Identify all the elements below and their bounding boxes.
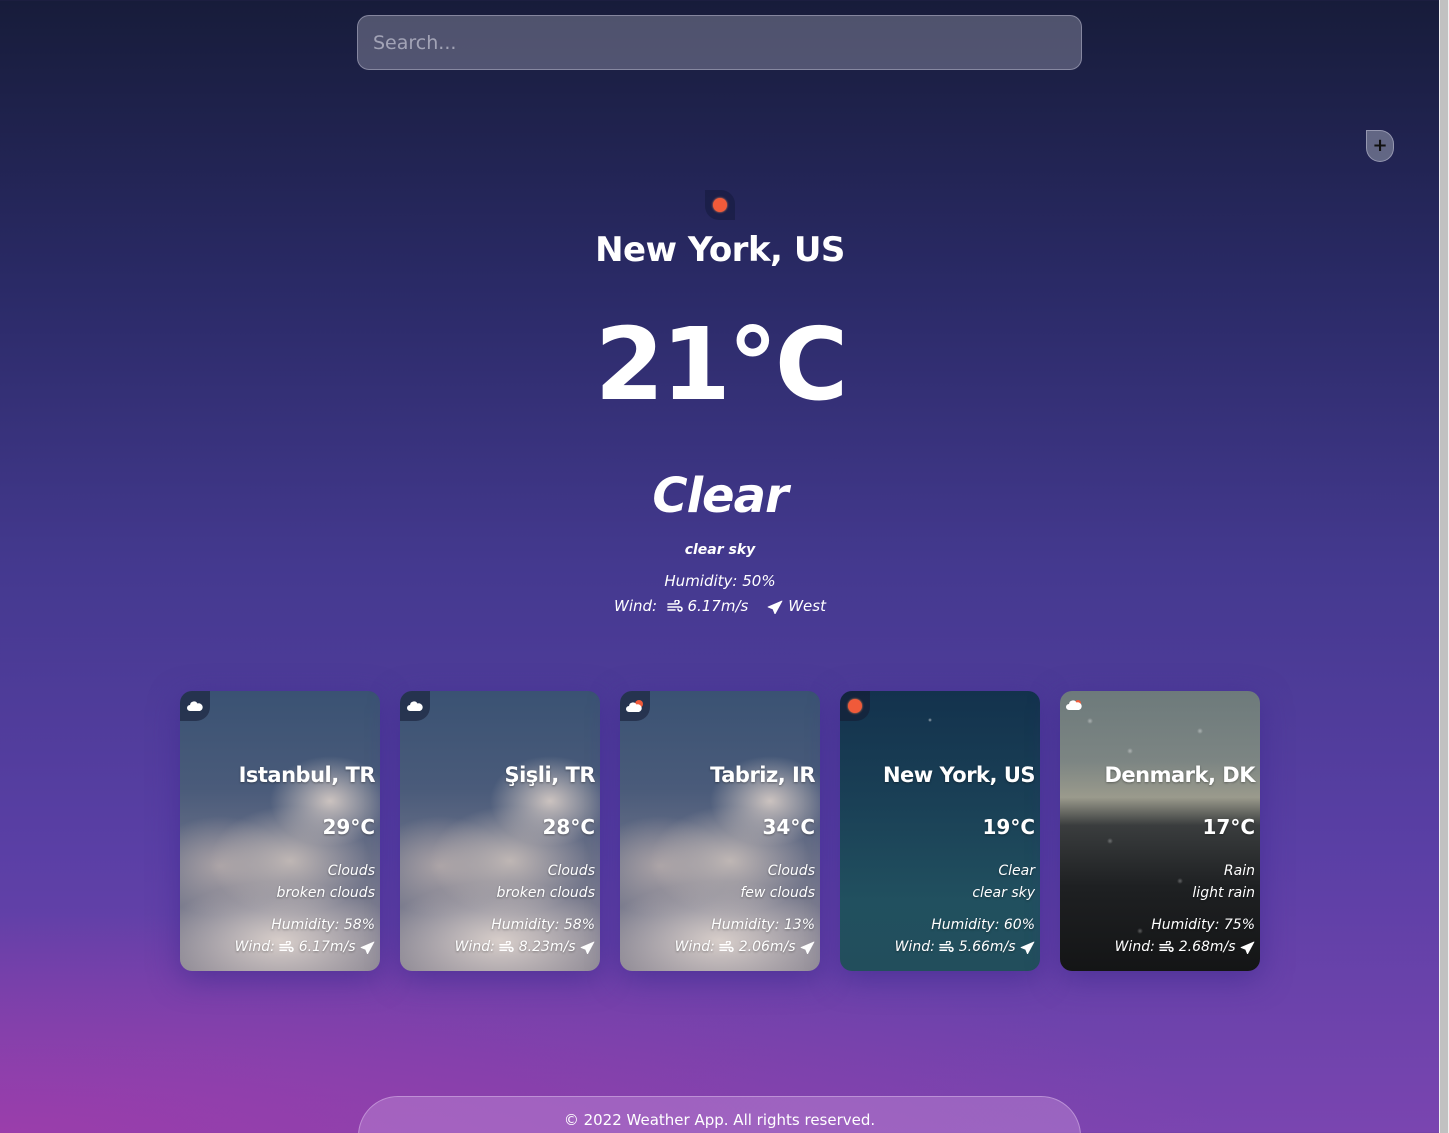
city-card[interactable]: Tabriz, IR 34°C Clouds few clouds Humidi… (620, 691, 820, 971)
card-wind: Wind: 5.66m/s (845, 939, 1035, 955)
card-humidity: Humidity: 58% (491, 917, 595, 933)
paper-plane-icon (1020, 941, 1035, 954)
card-city: Istanbul, TR (238, 763, 376, 787)
card-humidity: Humidity: 13% (711, 917, 815, 933)
saved-cities: Istanbul, TR 29°C Clouds broken clouds H… (180, 691, 1260, 971)
plus-icon: + (1372, 135, 1388, 156)
card-temperature: 34°C (762, 815, 815, 839)
card-condition: Clouds (327, 863, 375, 879)
current-humidity: Humidity: 50% (664, 572, 776, 590)
card-description: broken clouds (276, 885, 375, 901)
current-temperature: 21°C (594, 306, 849, 423)
footer-text: © 2022 Weather App. All rights reserved. (563, 1111, 876, 1129)
card-wind: Wind: 6.17m/s (185, 939, 375, 955)
wind-speed: 6.17m/s (687, 597, 749, 615)
add-city-button[interactable]: + (1366, 130, 1394, 162)
card-city: Tabriz, IR (710, 763, 815, 787)
city-card[interactable]: Denmark, DK 17°C Rain light rain Humidit… (1060, 691, 1260, 971)
scrollbar-thumb[interactable] (1440, 0, 1448, 1133)
wind-speed: 2.06m/s (738, 939, 796, 955)
wind-icon (499, 940, 514, 952)
current-wind: Wind: 6.17m/s West (420, 597, 1020, 615)
wind-label: Wind: (614, 597, 658, 615)
wind-direction: West (788, 597, 826, 615)
clear-sun-icon (705, 190, 735, 220)
card-description: few clouds (740, 885, 815, 901)
wind-icon (1159, 940, 1174, 952)
card-temperature: 17°C (1202, 815, 1255, 839)
card-temperature: 19°C (982, 815, 1035, 839)
wind-icon (719, 940, 734, 952)
paper-plane-icon (580, 941, 595, 954)
city-card[interactable]: Istanbul, TR 29°C Clouds broken clouds H… (180, 691, 380, 971)
card-humidity: Humidity: 60% (931, 917, 1035, 933)
card-description: broken clouds (496, 885, 595, 901)
card-humidity: Humidity: 75% (1151, 917, 1255, 933)
search-bar (357, 15, 1082, 70)
card-condition: Clouds (547, 863, 595, 879)
wind-icon (939, 940, 954, 952)
card-city: Şişli, TR (504, 763, 595, 787)
wind-label: Wind: (454, 939, 495, 955)
wind-label: Wind: (234, 939, 275, 955)
current-weather: New York, US 21°C Clear clear sky Humidi… (420, 190, 1020, 615)
wind-label: Wind: (674, 939, 715, 955)
wind-label: Wind: (894, 939, 935, 955)
paper-plane-icon (1240, 941, 1255, 954)
paper-plane-icon (360, 941, 375, 954)
wind-speed: 8.23m/s (518, 939, 576, 955)
footer: © 2022 Weather App. All rights reserved. (358, 1096, 1081, 1133)
card-wind: Wind: 8.23m/s (405, 939, 595, 955)
card-city: Denmark, DK (1104, 763, 1256, 787)
card-humidity: Humidity: 58% (271, 917, 375, 933)
card-temperature: 29°C (322, 815, 375, 839)
search-input[interactable] (357, 15, 1082, 70)
current-description: clear sky (684, 542, 756, 558)
paper-plane-icon (768, 600, 783, 614)
card-condition: Clouds (767, 863, 815, 879)
card-wind: Wind: 2.68m/s (1065, 939, 1255, 955)
wind-label: Wind: (1114, 939, 1155, 955)
card-description: light rain (1192, 885, 1255, 901)
current-condition: Clear (652, 468, 788, 524)
card-condition: Rain (1223, 863, 1255, 879)
card-wind: Wind: 2.06m/s (625, 939, 815, 955)
wind-speed: 6.17m/s (298, 939, 356, 955)
card-city: New York, US (882, 763, 1036, 787)
scrollbar-track[interactable] (1439, 0, 1449, 1133)
city-card[interactable]: Şişli, TR 28°C Clouds broken clouds Humi… (400, 691, 600, 971)
city-card[interactable]: New York, US 19°C Clear clear sky Humidi… (840, 691, 1040, 971)
wind-icon (279, 940, 294, 952)
wind-speed: 5.66m/s (958, 939, 1016, 955)
wind-speed: 2.68m/s (1178, 939, 1236, 955)
card-temperature: 28°C (542, 815, 595, 839)
wind-icon (666, 599, 683, 612)
current-city: New York, US (595, 230, 845, 270)
card-description: clear sky (972, 885, 1035, 901)
paper-plane-icon (800, 941, 815, 954)
card-condition: Clear (998, 863, 1035, 879)
